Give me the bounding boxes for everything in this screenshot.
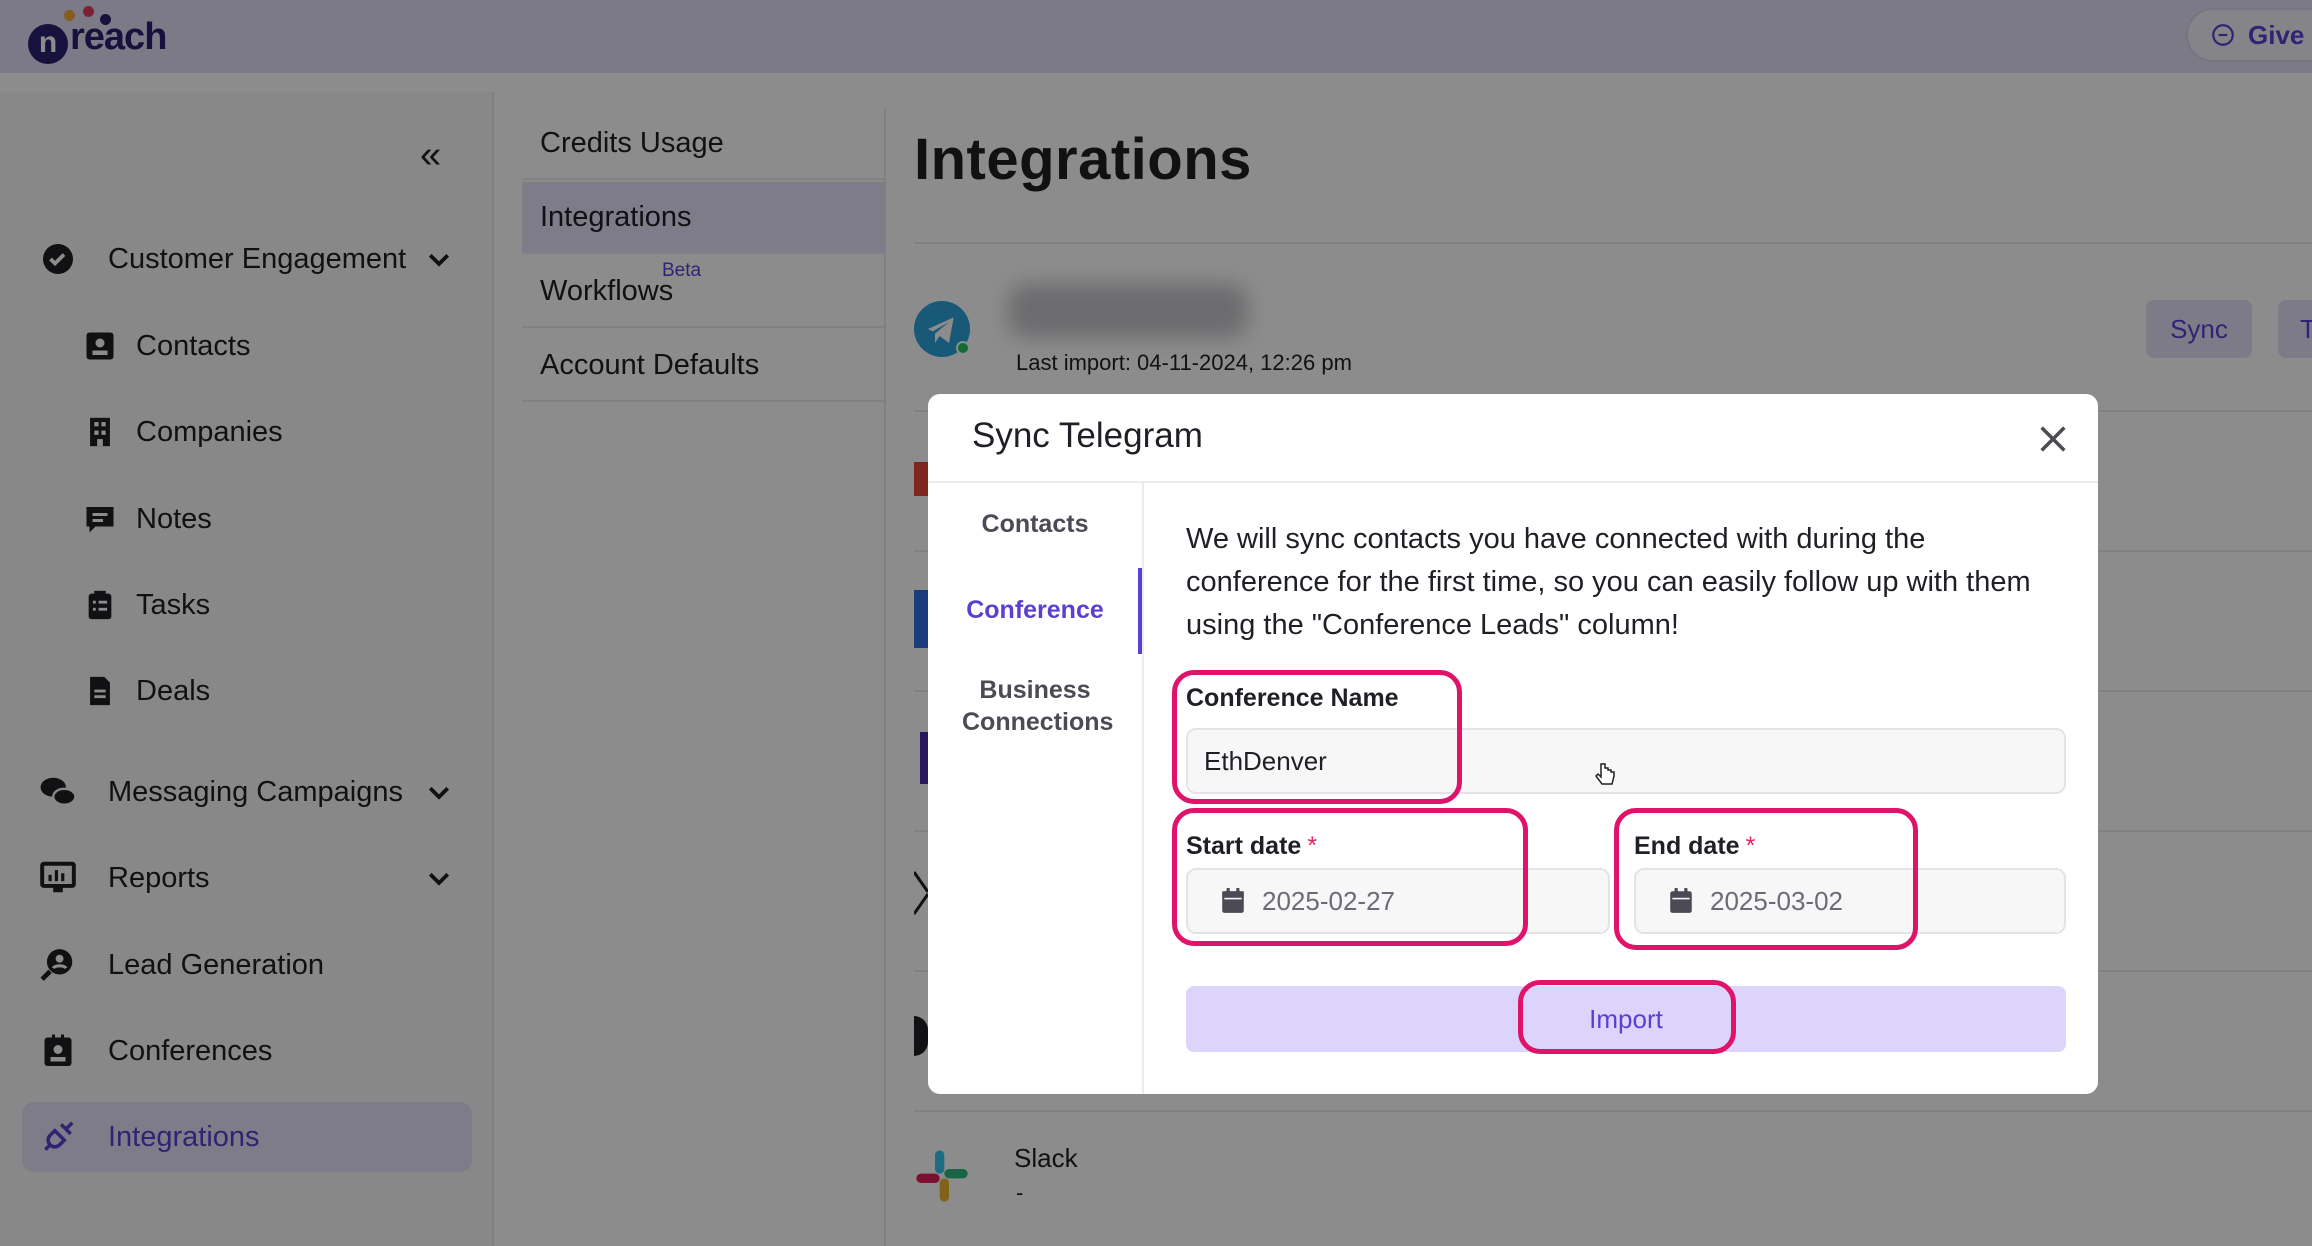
tab-business-connections[interactable]: Business Connections bbox=[928, 674, 1142, 738]
divider bbox=[1142, 483, 1144, 1094]
close-icon[interactable] bbox=[2036, 422, 2070, 456]
highlight-end-date bbox=[1614, 808, 1918, 950]
active-tab-indicator bbox=[1138, 568, 1142, 654]
tab-conference[interactable]: Conference bbox=[928, 594, 1142, 626]
hand-cursor-icon bbox=[1595, 763, 1615, 785]
tab-contacts[interactable]: Contacts bbox=[928, 508, 1142, 540]
highlight-import bbox=[1518, 980, 1736, 1054]
highlight-start-date bbox=[1172, 808, 1528, 946]
divider bbox=[928, 481, 2098, 483]
conference-description: We will sync contacts you have connected… bbox=[1186, 523, 2031, 641]
modal-title: Sync Telegram bbox=[972, 416, 1203, 455]
sync-telegram-modal: Sync Telegram Contacts Conference Busine… bbox=[928, 394, 2098, 1094]
highlight-conference-name bbox=[1172, 670, 1462, 804]
